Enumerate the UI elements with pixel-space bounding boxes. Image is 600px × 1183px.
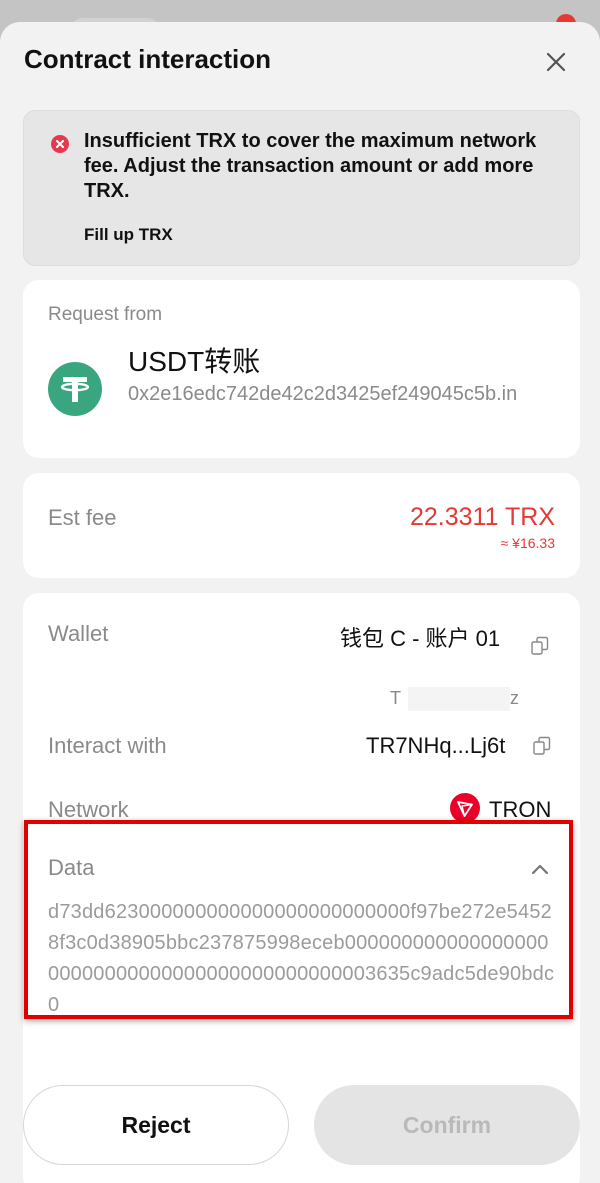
confirm-button[interactable]: Confirm [314,1085,580,1165]
tether-icon [48,362,102,416]
address-redaction [408,687,510,711]
app-url: 0x2e16edc742de42c2d3425ef249045c5b.in [128,383,518,405]
fee-fiat: ≈ ¥16.33 [500,535,555,551]
contract-address: TR7NHq...Lj6t [366,733,506,758]
copy-icon[interactable] [531,636,549,656]
wallet-name: 钱包 C - 账户 01 [340,626,501,651]
fee-card: Est fee 22.3311 TRX ≈ ¥16.33 [23,473,580,578]
request-card: Request from USDT转账 0x2e16edc742de42c2d3… [23,280,580,458]
insufficient-fee-alert: Insufficient TRX to cover the maximum ne… [23,110,580,266]
close-icon[interactable] [540,46,572,78]
copy-icon[interactable] [533,736,551,756]
wallet-label: Wallet [48,621,109,646]
est-fee-label: Est fee [48,505,117,530]
app-name: USDT转账 [128,346,261,377]
data-highlight-box [24,820,573,1019]
reject-button[interactable]: Reject [23,1085,289,1165]
fill-up-trx-link[interactable]: Fill up TRX [84,225,173,245]
fee-amount: 22.3311 TRX [409,503,555,531]
interact-with-label: Interact with [48,733,167,758]
error-icon [51,135,69,153]
alert-message: Insufficient TRX to cover the maximum ne… [84,130,537,202]
wallet-address-start: T [390,688,401,708]
page-title: Contract interaction [24,44,272,74]
tron-icon [450,793,480,823]
request-from-label: Request from [48,304,163,325]
wallet-address-end: z [510,688,519,708]
